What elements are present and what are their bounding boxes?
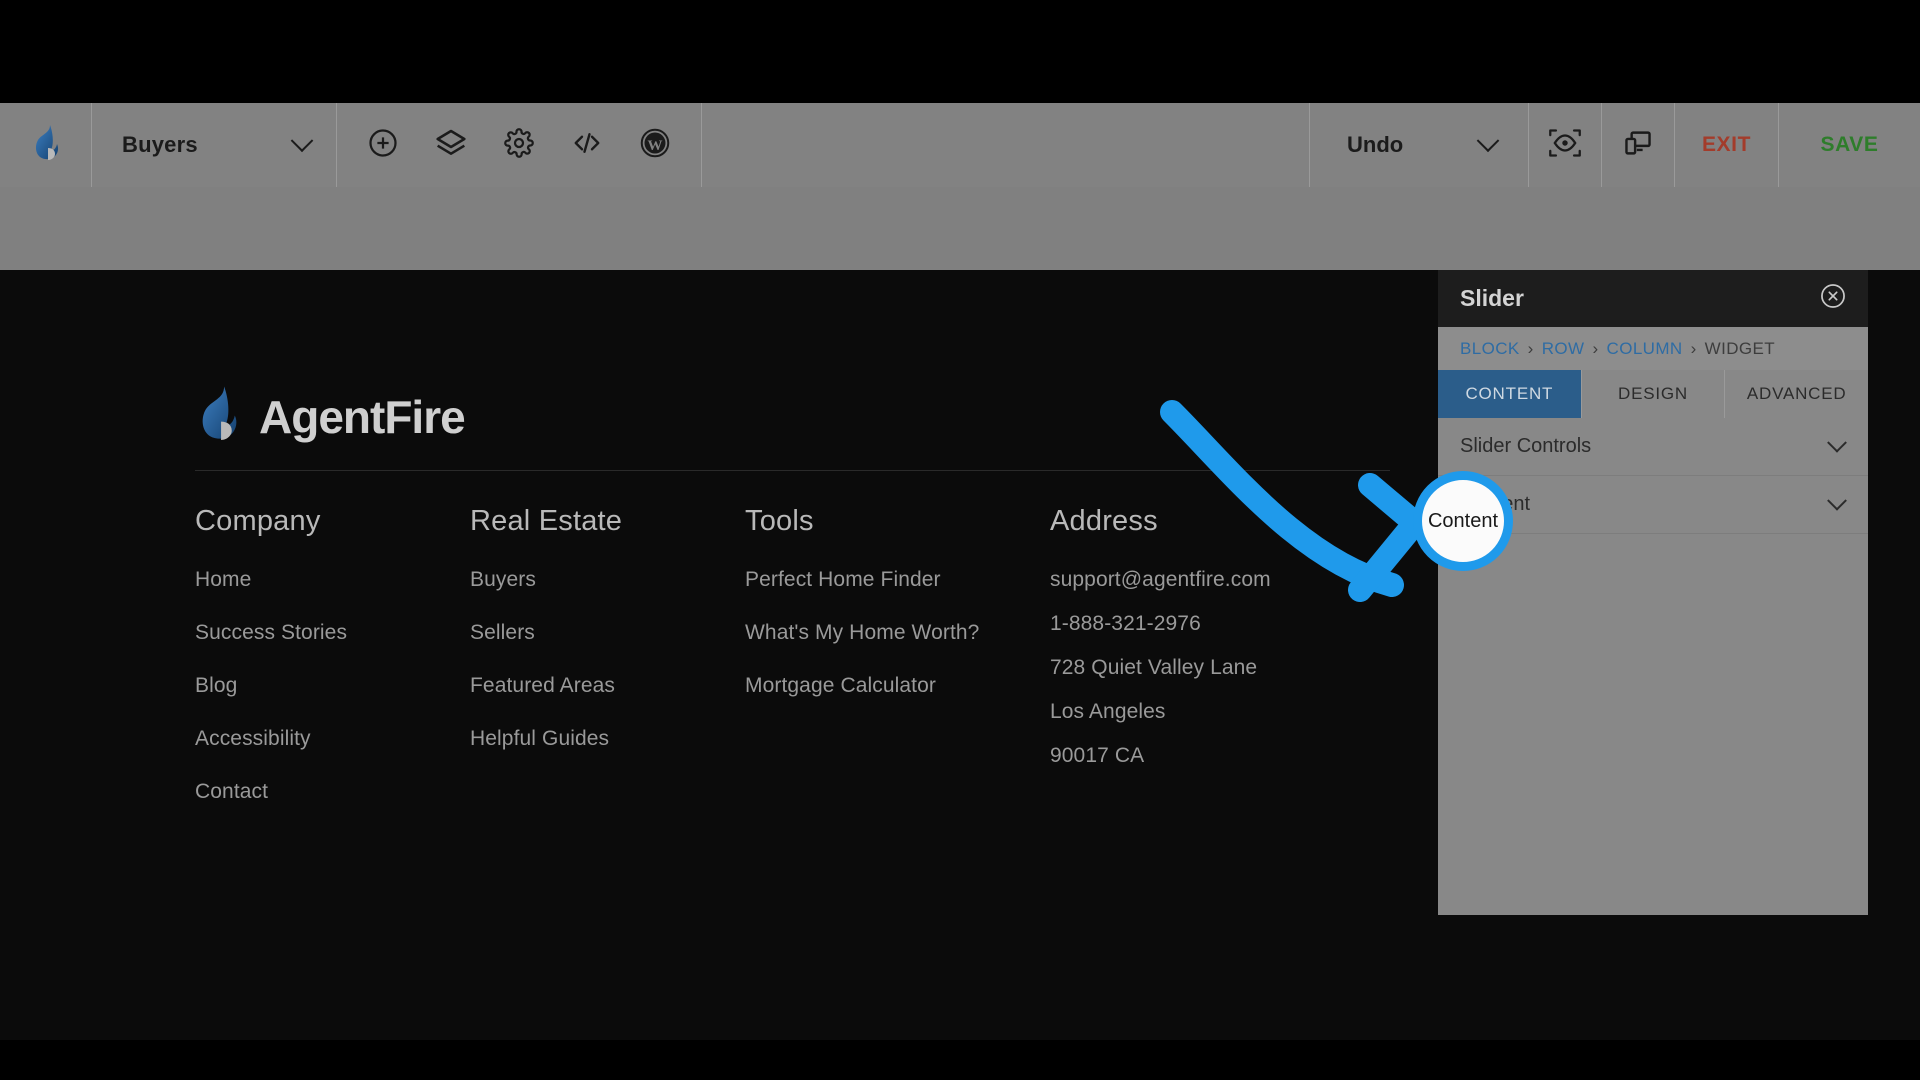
close-circle-icon[interactable] — [1820, 283, 1846, 314]
footer-link-whats-my-home-worth[interactable]: What's My Home Worth? — [745, 621, 1050, 645]
breadcrumb-item-row[interactable]: ROW — [1542, 339, 1585, 359]
panel-tabs: CONTENT DESIGN ADVANCED — [1438, 370, 1868, 418]
save-button[interactable]: SAVE — [1779, 103, 1920, 187]
footer-contact-phone[interactable]: 1-888-321-2976 — [1050, 612, 1380, 636]
breadcrumb-separator-icon: › — [1527, 338, 1534, 358]
panel-title: Slider — [1460, 285, 1524, 311]
tab-advanced[interactable]: ADVANCED — [1725, 370, 1868, 418]
chevron-down-icon — [1476, 129, 1500, 153]
footer-contact-email[interactable]: support@agentfire.com — [1050, 568, 1380, 592]
browser-chrome-blank-area — [0, 0, 1920, 103]
slider-controls-accordion-row[interactable]: Slider Controls — [1438, 418, 1868, 476]
screen: Buyers W Undo EXIT SAVE AgentFire Compan… — [0, 0, 1920, 1080]
footer-link-sellers[interactable]: Sellers — [470, 621, 745, 645]
footer-column-tools: Tools Perfect Home Finder What's My Home… — [745, 505, 1050, 833]
exit-button[interactable]: EXIT — [1675, 103, 1779, 187]
footer-link-mortgage-calculator[interactable]: Mortgage Calculator — [745, 674, 1050, 698]
page-selector-dropdown[interactable]: Buyers — [92, 103, 337, 187]
chevron-down-icon — [1827, 432, 1847, 453]
gear-icon — [504, 127, 534, 163]
editor-secondary-bar — [0, 187, 1920, 270]
breadcrumb: BLOCK › ROW › COLUMN › WIDGET — [1438, 327, 1868, 370]
add-circle-icon — [368, 128, 398, 163]
widget-settings-panel: Slider BLOCK › ROW › COLUMN › WIDGET CON… — [1438, 270, 1868, 915]
undo-dropdown[interactable]: Undo — [1309, 103, 1529, 187]
footer-link-perfect-home-finder[interactable]: Perfect Home Finder — [745, 568, 1050, 592]
footer-columns: Company Home Success Stories Blog Access… — [195, 505, 1380, 833]
footer-link-success-stories[interactable]: Success Stories — [195, 621, 470, 645]
footer-column-heading: Address — [1050, 505, 1158, 537]
code-icon — [572, 128, 602, 163]
add-circle-button[interactable] — [349, 103, 417, 187]
chevron-down-icon — [290, 129, 314, 153]
footer-link-accessibility[interactable]: Accessibility — [195, 727, 470, 751]
breadcrumb-separator-icon: › — [1690, 338, 1697, 358]
footer-column-real-estate: Real Estate Buyers Sellers Featured Area… — [470, 505, 745, 833]
footer-logo-lockup: AgentFire — [195, 385, 466, 448]
wordpress-button[interactable]: W — [621, 103, 689, 187]
layers-icon — [435, 127, 467, 164]
custom-code-button[interactable] — [553, 103, 621, 187]
editor-toolbar: Buyers W Undo EXIT SAVE — [0, 103, 1920, 187]
wordpress-icon: W — [640, 128, 670, 163]
undo-label: Undo — [1347, 132, 1404, 157]
footer-column-company: Company Home Success Stories Blog Access… — [195, 505, 470, 833]
panel-header: Slider — [1438, 270, 1868, 327]
breadcrumb-separator-icon: › — [1592, 338, 1599, 358]
footer-address-zip-state: 90017 CA — [1050, 744, 1145, 767]
content-accordion-row[interactable]: Content — [1438, 476, 1868, 534]
footer-address-city: Los Angeles — [1050, 700, 1166, 723]
chevron-down-icon — [1827, 490, 1847, 511]
content-label: Content — [1460, 493, 1531, 515]
page-selector-label: Buyers — [122, 132, 198, 157]
footer-column-heading: Company — [195, 505, 321, 537]
breadcrumb-item-widget: WIDGET — [1704, 338, 1776, 358]
slider-controls-label: Slider Controls — [1460, 435, 1592, 457]
toolbar-icon-group: W — [337, 103, 702, 187]
tab-design[interactable]: DESIGN — [1582, 370, 1726, 418]
settings-button[interactable] — [485, 103, 553, 187]
breadcrumb-item-block[interactable]: BLOCK — [1460, 339, 1520, 359]
responsive-view-button[interactable] — [1602, 103, 1675, 187]
footer-divider — [195, 470, 1390, 471]
footer-link-helpful-guides[interactable]: Helpful Guides — [470, 727, 745, 751]
agentfire-flame-logo-icon — [195, 385, 241, 448]
preview-eye-icon — [1548, 128, 1582, 163]
exit-label: EXIT — [1701, 133, 1752, 156]
svg-text:W: W — [648, 137, 663, 153]
footer-link-blog[interactable]: Blog — [195, 674, 470, 698]
layers-button[interactable] — [417, 103, 485, 187]
preview-button[interactable] — [1529, 103, 1602, 187]
breadcrumb-item-column[interactable]: COLUMN — [1607, 339, 1683, 359]
tab-content[interactable]: CONTENT — [1438, 370, 1582, 418]
footer-logo-text: AgentFire — [259, 390, 466, 443]
footer-link-home[interactable]: Home — [195, 568, 470, 592]
footer-link-buyers[interactable]: Buyers — [470, 568, 745, 592]
footer-column-address: Address support@agentfire.com 1-888-321-… — [1050, 505, 1380, 833]
agentfire-flame-logo-icon — [31, 124, 61, 167]
footer-column-heading: Tools — [745, 505, 814, 537]
footer-link-contact[interactable]: Contact — [195, 780, 470, 804]
footer-link-featured-areas[interactable]: Featured Areas — [470, 674, 745, 698]
brand-logo-button[interactable] — [0, 103, 92, 187]
footer-address-street: 728 Quiet Valley Lane — [1050, 656, 1258, 679]
footer-column-heading: Real Estate — [470, 505, 623, 537]
save-label: SAVE — [1820, 133, 1879, 156]
responsive-devices-icon — [1623, 129, 1653, 162]
